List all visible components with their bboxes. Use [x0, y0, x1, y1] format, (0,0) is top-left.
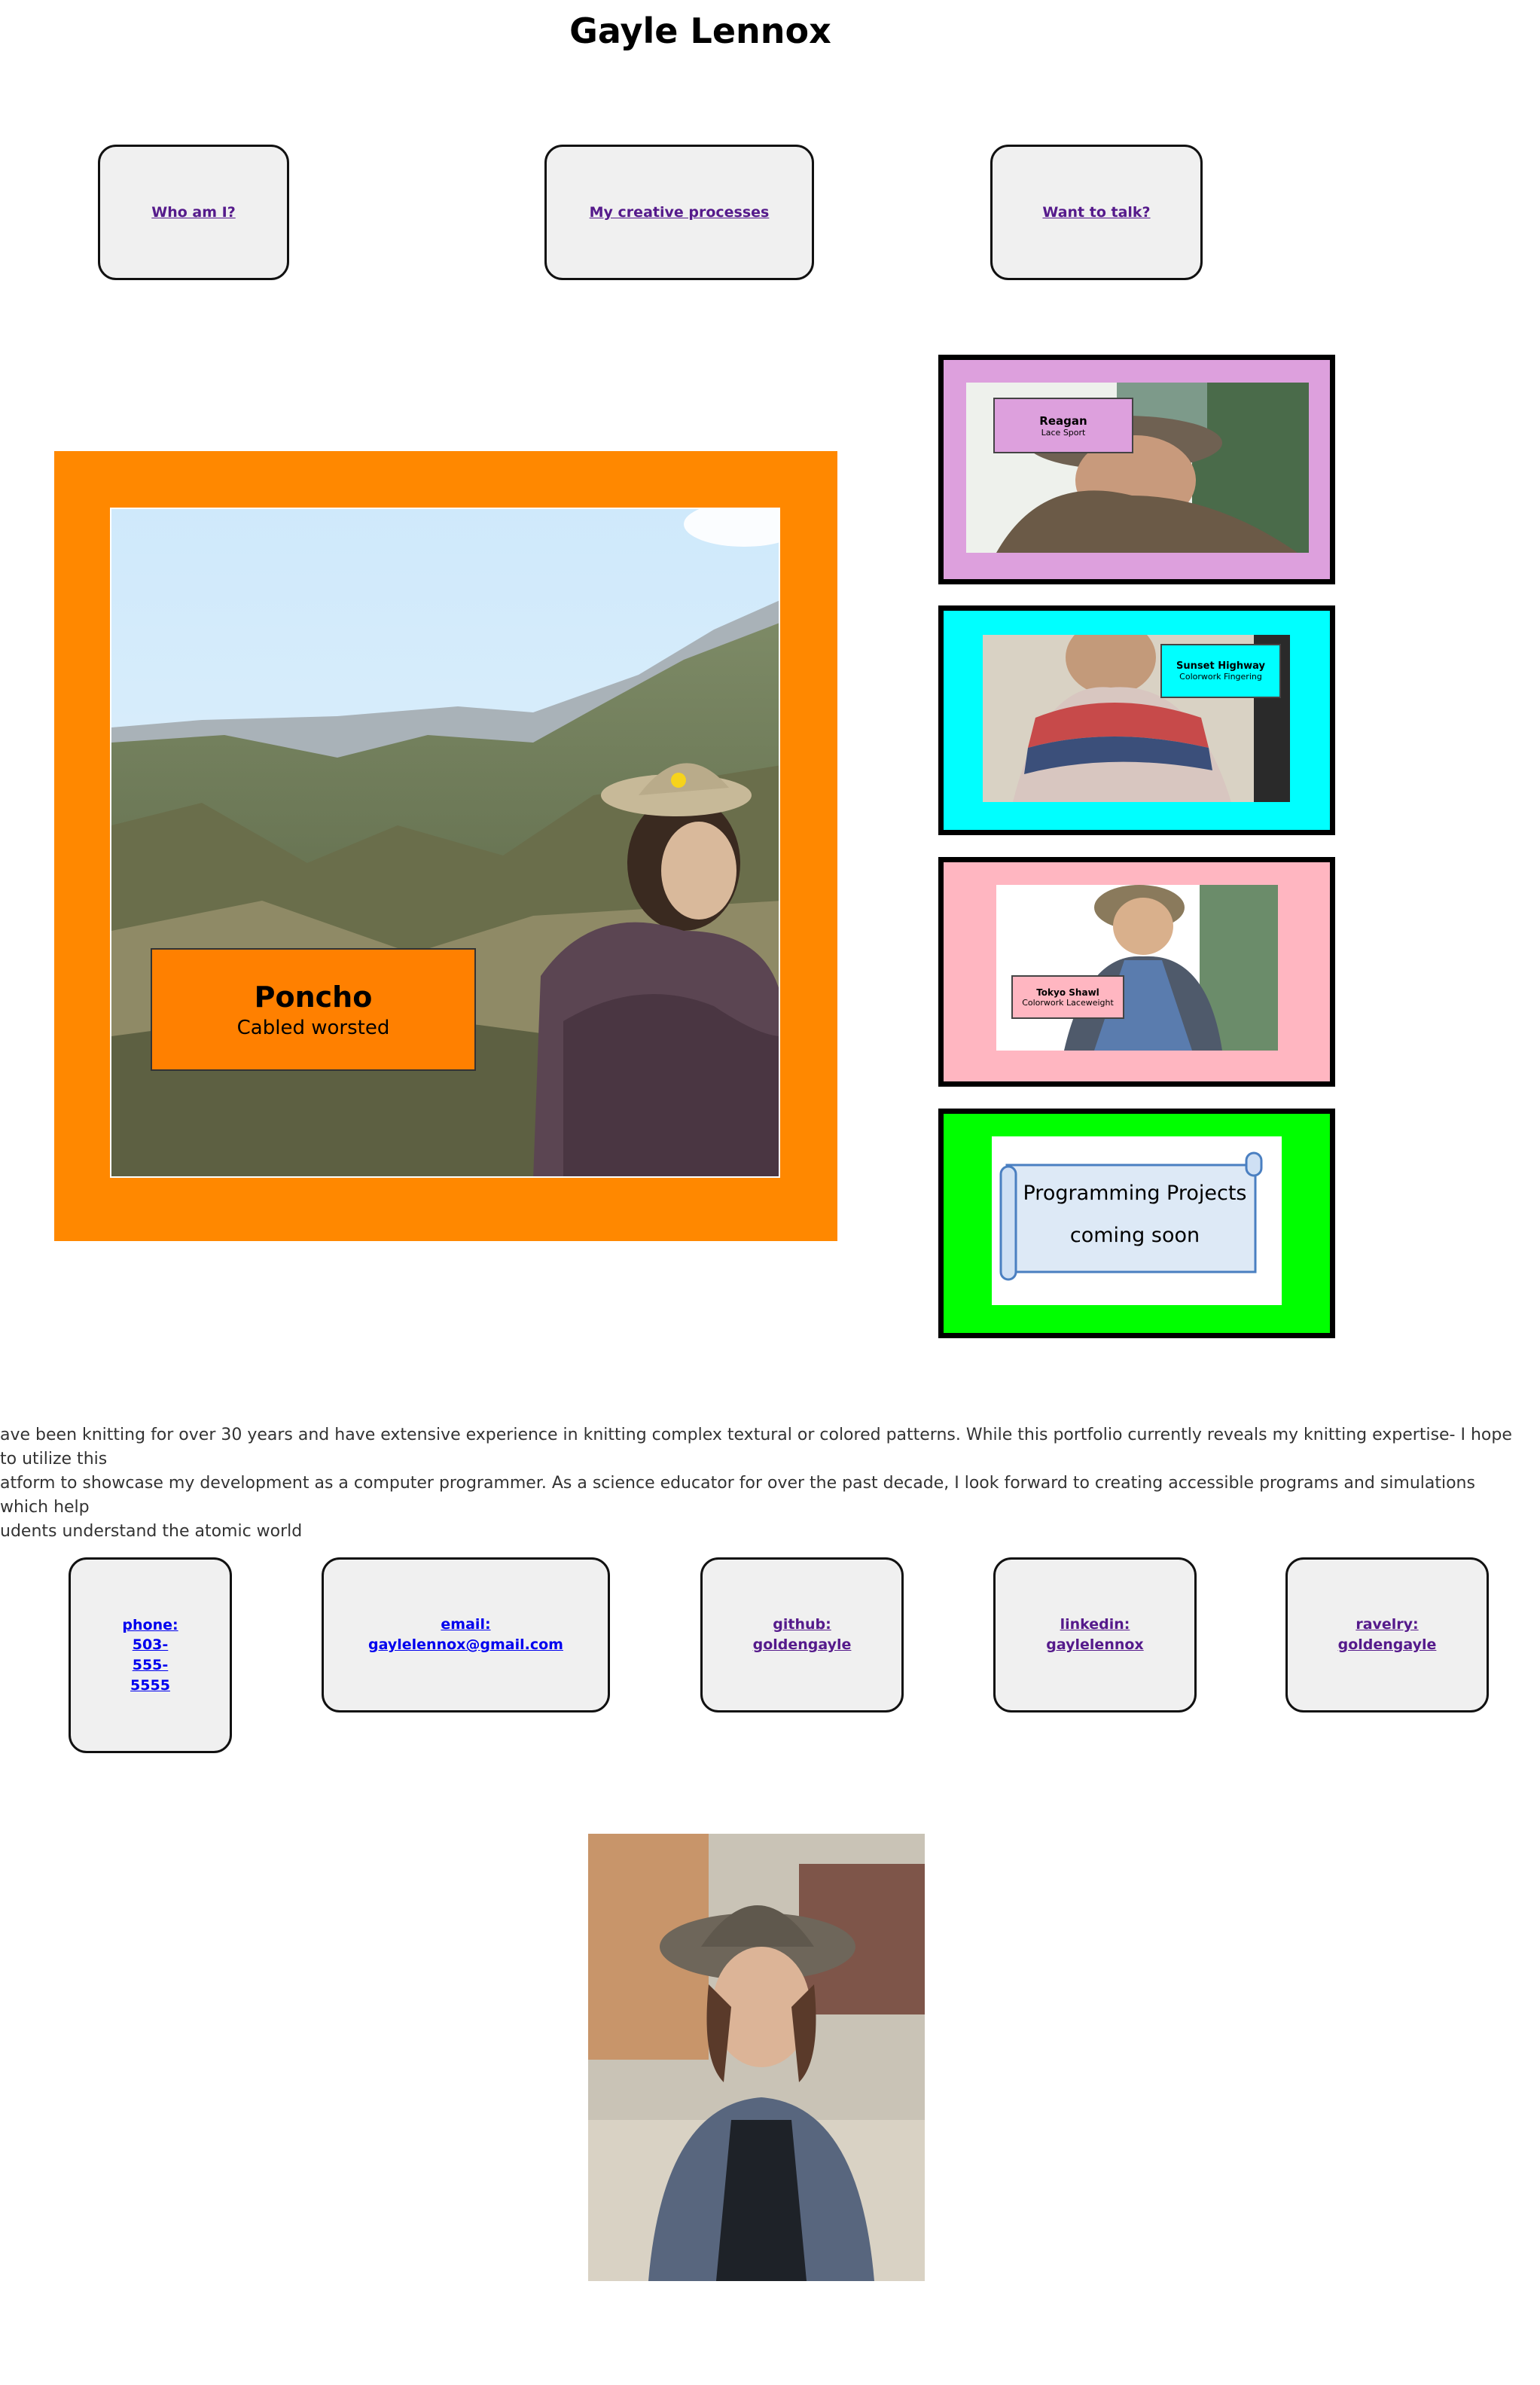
desert-landscape-image	[111, 509, 779, 1176]
nav-link-talk[interactable]: Want to talk?	[1042, 203, 1150, 223]
contact-card-phone: phone: 503- 555- 5555	[69, 1557, 232, 1753]
phone-value-2: 555-	[132, 1657, 169, 1673]
sunset-highway-label: Sunset Highway Colorwork Fingering	[1160, 644, 1281, 698]
email-link[interactable]: email: gaylelennox@gmail.com	[368, 1615, 563, 1655]
bio-paragraph: ave been knitting for over 30 years and …	[0, 1426, 1512, 1541]
portrait-image	[588, 1834, 925, 2281]
reagan-subtitle: Lace Sport	[1041, 427, 1086, 438]
page-title: Gayle Lennox	[569, 11, 831, 51]
phone-label: phone:	[122, 1616, 178, 1633]
nav-link-creative[interactable]: My creative processes	[590, 203, 770, 223]
nav-card-creative: My creative processes	[544, 145, 814, 280]
hero-photo	[110, 508, 780, 1178]
reagan-label: Reagan Lace Sport	[993, 398, 1133, 453]
programming-panel: Programming Projects coming soon	[992, 1136, 1282, 1305]
phone-value-3: 5555	[130, 1676, 170, 1694]
contact-card-email: email: gaylelennox@gmail.com	[322, 1557, 610, 1713]
hero-title: Poncho	[254, 980, 373, 1014]
tokyo-shawl-subtitle: Colorwork Laceweight	[1022, 997, 1114, 1008]
contact-card-github: github: goldengayle	[700, 1557, 904, 1713]
linkedin-label: linkedin:	[1060, 1616, 1130, 1633]
tokyo-shawl-image	[996, 885, 1278, 1051]
nav-link-who[interactable]: Who am I?	[151, 203, 235, 223]
nav-card-who: Who am I?	[98, 145, 289, 280]
project-thumb-programming[interactable]: Programming Projects coming soon	[938, 1109, 1335, 1338]
ravelry-label: ravelry:	[1356, 1616, 1419, 1633]
programming-subtitle: coming soon	[1069, 1224, 1200, 1247]
sunset-highway-title: Sunset Highway	[1176, 660, 1265, 672]
github-label: github:	[773, 1616, 831, 1633]
programming-title: Programming Projects	[1023, 1182, 1247, 1205]
linkedin-link[interactable]: linkedin: gaylelennox	[1046, 1615, 1143, 1655]
contact-card-ravelry: ravelry: goldengayle	[1285, 1557, 1489, 1713]
project-thumb-sunset-highway[interactable]: Sunset Highway Colorwork Fingering	[938, 605, 1335, 835]
tokyo-shawl-title: Tokyo Shawl	[1036, 987, 1099, 998]
tokyo-shawl-label: Tokyo Shawl Colorwork Laceweight	[1011, 975, 1124, 1019]
github-value: goldengayle	[752, 1636, 852, 1653]
hero-subtitle: Cabled worsted	[236, 1016, 390, 1039]
reagan-title: Reagan	[1039, 413, 1087, 428]
phone-link[interactable]: phone: 503- 555- 5555	[122, 1615, 178, 1695]
ravelry-value: goldengayle	[1337, 1636, 1437, 1653]
hero-label[interactable]: Poncho Cabled worsted	[151, 948, 476, 1071]
nav-card-talk: Want to talk?	[990, 145, 1203, 280]
project-thumb-reagan[interactable]: Reagan Lace Sport	[938, 355, 1335, 584]
email-value: gaylelennox@gmail.com	[368, 1636, 563, 1653]
github-link[interactable]: github: goldengayle	[753, 1615, 852, 1655]
phone-value-1: 503-	[132, 1636, 169, 1654]
sunset-highway-subtitle: Colorwork Fingering	[1179, 672, 1262, 682]
project-thumb-tokyo-shawl[interactable]: Tokyo Shawl Colorwork Laceweight	[938, 857, 1335, 1087]
ravelry-link[interactable]: ravelry: goldengayle	[1338, 1615, 1437, 1655]
portrait-photo	[588, 1834, 925, 2281]
contact-card-linkedin: linkedin: gaylelennox	[993, 1557, 1197, 1713]
tokyo-shawl-photo	[996, 885, 1278, 1051]
linkedin-value: gaylelennox	[1046, 1636, 1144, 1653]
email-label: email:	[441, 1616, 491, 1633]
